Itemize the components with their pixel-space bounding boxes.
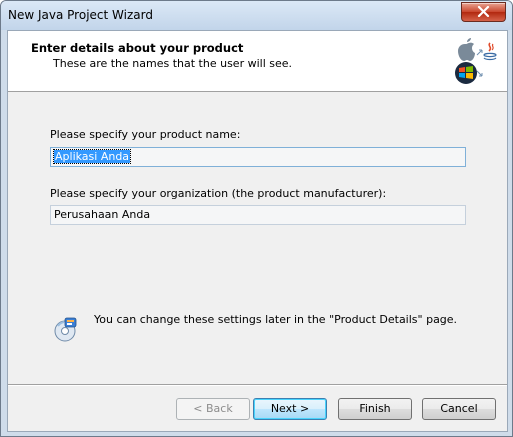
window-title: New Java Project Wizard [8,8,153,22]
header-title: Enter details about your product [31,41,244,55]
close-button[interactable] [461,2,506,22]
apple-logo-icon [458,38,475,61]
title-bar[interactable]: New Java Project Wizard [1,1,512,30]
java-logo-icon [483,42,497,61]
cancel-button[interactable]: Cancel [422,398,496,420]
back-button[interactable]: < Back [176,398,250,420]
wizard-window: New Java Project Wizard Enter details ab… [0,0,513,437]
product-name-label: Please specify your product name: [50,128,241,141]
organization-input[interactable]: Perusahaan Anda [50,205,466,225]
dialog-body: Enter details about your product These a… [7,30,508,432]
product-name-value: Aplikasi Anda [52,149,132,164]
product-name-input[interactable]: Aplikasi Anda [50,147,466,167]
close-icon [477,6,490,17]
next-button[interactable]: Next > [253,398,327,420]
wizard-header: Enter details about your product These a… [8,31,507,92]
windows-logo-icon [455,62,477,84]
header-subtitle: These are the names that the user will s… [53,57,293,70]
platform-logo-icon [455,38,497,84]
button-separator [8,384,507,386]
info-message: You can change these settings later in t… [94,313,458,326]
info-disc-icon [54,317,77,342]
organization-label: Please specify your organization (the pr… [50,187,387,200]
finish-button[interactable]: Finish [338,398,412,420]
